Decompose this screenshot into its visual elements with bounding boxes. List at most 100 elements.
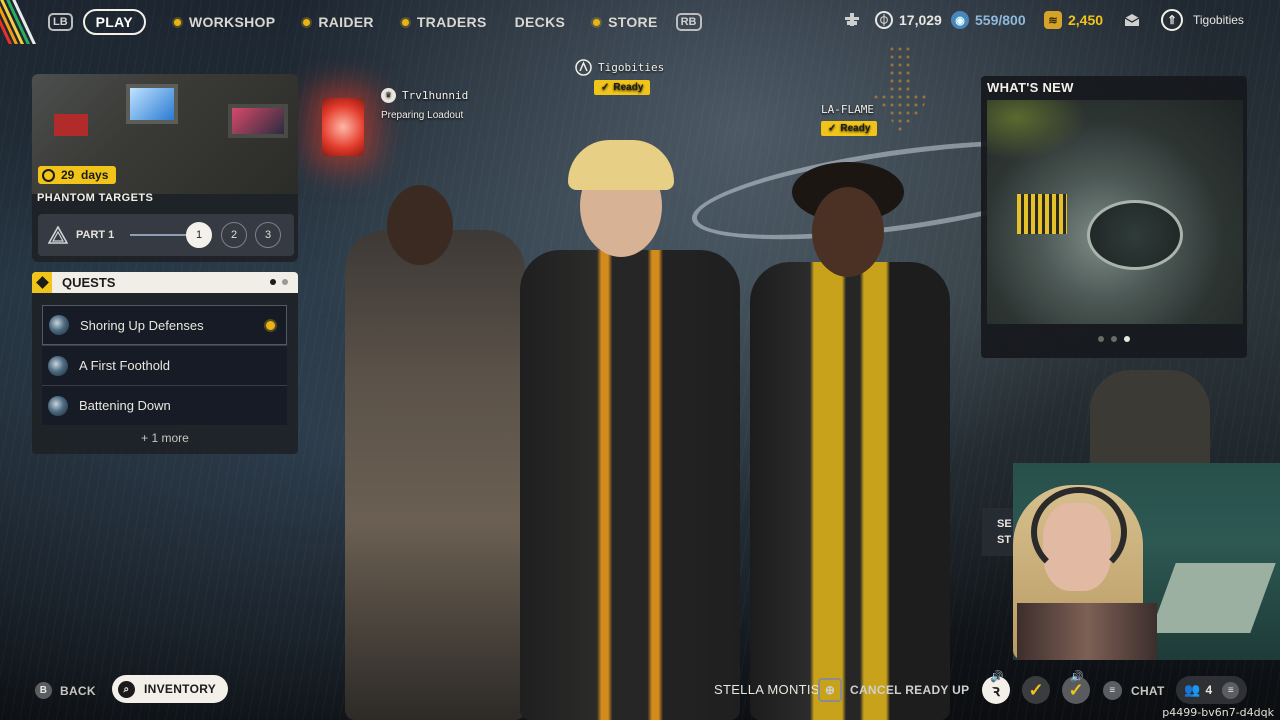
rb-button-hint[interactable]: RB — [675, 13, 702, 31]
whats-new-image[interactable] — [987, 100, 1243, 324]
character-trv1hunnid — [345, 185, 525, 720]
party-member-la-flame: LA-FLAME ✓ Ready — [821, 103, 878, 136]
tab-store-label: STORE — [608, 14, 658, 30]
tab-decks-label: DECKS — [514, 14, 566, 30]
step-1[interactable]: 1 — [186, 222, 212, 248]
chat-icon: ≡ — [1103, 681, 1122, 700]
quest-diamond-icon — [32, 272, 52, 293]
step-3[interactable]: 3 — [255, 222, 281, 248]
side-event-panel: SE ST — [982, 508, 1016, 556]
streamer-webcam — [1013, 463, 1280, 660]
quest-name: Shoring Up Defenses — [80, 317, 204, 333]
rank-badge-icon — [575, 59, 592, 76]
top-nav-bar: LB PLAY WORKSHOP RAIDER TRADERS DECKS ST… — [0, 0, 1280, 44]
raider-token-icon: ◉ — [951, 11, 969, 29]
whats-new-panel[interactable]: WHAT'S NEW — [981, 76, 1247, 358]
check-icon: ✓ — [828, 123, 837, 134]
logo-stripes — [0, 0, 40, 44]
speaker-icon: 🔊 — [1070, 671, 1084, 683]
speaker-icon: 🔊 — [990, 671, 1004, 683]
tab-traders[interactable]: TRADERS — [401, 14, 487, 30]
username-label: Tigobities — [1193, 13, 1244, 27]
party-member-name: Tigobities — [598, 61, 665, 74]
ready-badge: ✓ Ready — [821, 121, 878, 136]
party-member-trv1hunnid: ♛ Trv1hunnid Preparing Loadout — [381, 88, 468, 121]
inventory-icon: ⌕ — [118, 680, 135, 698]
cancel-ready-button[interactable]: ⊕ CANCEL READY UP — [818, 678, 969, 702]
tab-raider-label: RAIDER — [318, 14, 374, 30]
tab-workshop-label: WORKSHOP — [188, 14, 276, 30]
tab-store[interactable]: STORE — [593, 14, 657, 30]
quest-item[interactable]: Battening Down — [42, 385, 287, 425]
season-title: PHANTOM TARGETS — [37, 192, 154, 204]
tab-workshop[interactable]: WORKSHOP — [173, 14, 276, 30]
notification-dot-icon — [593, 18, 601, 26]
back-label: BACK — [60, 683, 96, 698]
coin-icon: ⏀ — [875, 11, 893, 29]
quest-name: A First Foothold — [79, 358, 171, 373]
more-quests-link[interactable]: + 1 more — [32, 431, 298, 445]
notification-dot-icon — [173, 18, 181, 26]
tab-play[interactable]: PLAY — [82, 9, 146, 35]
mail-icon[interactable] — [1124, 13, 1140, 27]
ready-check-icon[interactable]: ✓ — [1022, 676, 1050, 704]
cancel-ready-icon: ⊕ — [818, 678, 842, 702]
bottom-bar: B BACK ⌕ INVENTORY STELLA MONTIS ⊕ CANCE… — [0, 668, 1280, 712]
menu-icon: ≡ — [1222, 681, 1240, 699]
party-member-name: LA-FLAME — [821, 103, 874, 116]
lb-button-hint[interactable]: LB — [48, 13, 73, 31]
shop-cart-icon[interactable] — [843, 11, 861, 27]
ready-badge: ✓ Ready — [594, 80, 651, 95]
rank-icon: ⇑ — [1161, 9, 1183, 31]
season-part-progress[interactable]: PART 1 1 2 3 — [38, 214, 294, 256]
inventory-button[interactable]: ⌕ INVENTORY — [112, 675, 229, 703]
credits-icon: ≋ — [1044, 11, 1062, 29]
step-2[interactable]: 2 — [221, 222, 247, 248]
coins-balance: ⏀ 17,029 — [875, 11, 942, 29]
red-neon-light — [322, 98, 364, 156]
clock-icon — [42, 168, 55, 182]
tab-traders-label: TRADERS — [416, 14, 487, 30]
days-remaining-value: 29 — [61, 168, 75, 182]
b-button-icon: B — [35, 682, 52, 699]
days-remaining-badge: 29 days — [38, 166, 117, 184]
back-button[interactable]: B BACK — [35, 682, 96, 699]
quests-pager[interactable] — [270, 279, 288, 285]
crown-icon: ♛ — [381, 88, 396, 103]
coins-value: 17,029 — [899, 12, 942, 28]
party-people-icon: 👥 — [1184, 682, 1201, 697]
quest-globe-icon — [48, 355, 68, 376]
quest-globe-icon — [48, 395, 68, 416]
triangle-target-icon — [48, 226, 68, 244]
party-member-name: Trv1hunnid — [402, 89, 469, 102]
session-watermark: p4499-bv6n7-d4dqk — [1162, 706, 1274, 719]
check-icon: ✓ — [601, 82, 610, 93]
tracked-quest-icon — [266, 320, 275, 330]
carousel-dots[interactable] — [1098, 336, 1130, 342]
credits-value: 2,450 — [1068, 12, 1104, 28]
days-unit: days — [81, 168, 109, 182]
quest-item[interactable]: A First Foothold — [42, 345, 287, 385]
whats-new-title: WHAT'S NEW — [987, 80, 1074, 95]
character-la-flame — [750, 162, 950, 720]
quest-item[interactable]: Shoring Up Defenses — [42, 305, 287, 345]
quests-header: QUESTS — [32, 272, 298, 293]
tab-play-label: PLAY — [95, 14, 133, 30]
quests-title: QUESTS — [62, 275, 116, 290]
inventory-label: INVENTORY — [144, 682, 217, 696]
tab-raider[interactable]: RAIDER — [303, 14, 374, 30]
raider-tokens-balance: ◉ 559/800 — [951, 11, 1026, 29]
tab-decks[interactable]: DECKS — [515, 14, 566, 30]
chat-button[interactable]: ≡ CHAT — [1103, 681, 1165, 700]
quest-name: Battening Down — [79, 398, 171, 413]
party-button[interactable]: 👥 4 ≡ — [1176, 676, 1248, 704]
player-status-icon[interactable]: ꝛ 🔊 — [982, 671, 1010, 704]
character-tigobities — [520, 140, 740, 720]
chat-label: CHAT — [1131, 683, 1165, 698]
profile-button[interactable]: ⇑ Tigobities — [1161, 9, 1244, 31]
ready-check-icon[interactable]: ✓ 🔊 — [1062, 671, 1090, 704]
part-label: PART 1 — [76, 229, 115, 241]
part-progress-line — [130, 234, 192, 236]
raider-tokens-value: 559/800 — [975, 12, 1026, 28]
cancel-ready-label: CANCEL READY UP — [850, 683, 970, 697]
